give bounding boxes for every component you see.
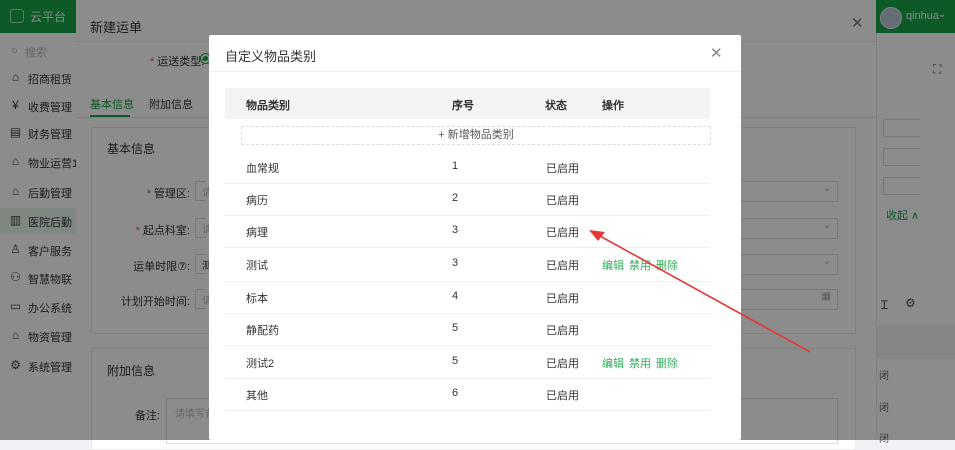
- status-cell: 已启用: [546, 227, 579, 239]
- status-cell: 已启用: [546, 293, 579, 305]
- category-cell: 其他: [246, 390, 268, 402]
- status-cell: 已启用: [546, 325, 579, 337]
- seq-cell: 4: [452, 290, 459, 302]
- seq-cell: 3: [452, 257, 459, 269]
- table-row: 静配药 5 已启用: [225, 313, 710, 346]
- category-cell: 测试2: [246, 358, 275, 370]
- status-cell: 已启用: [546, 390, 579, 402]
- table-row: 血常规 1 已启用: [225, 151, 710, 184]
- table-row: 标本 4 已启用: [225, 281, 710, 314]
- column-header-status: 状态: [545, 100, 567, 112]
- category-cell: 测试: [246, 260, 268, 272]
- close-icon[interactable]: ✕: [710, 44, 723, 62]
- seq-cell: 1: [452, 160, 459, 172]
- seq-cell: 3: [452, 224, 459, 236]
- category-cell: 血常规: [246, 163, 279, 175]
- disable-button[interactable]: 禁用: [629, 257, 651, 273]
- status-cell: 已启用: [546, 195, 579, 207]
- status-cell: 已启用: [546, 260, 579, 272]
- table-row: 测试2 5 已启用 编辑 禁用 删除: [225, 345, 710, 379]
- column-header-seq: 序号: [452, 100, 474, 112]
- column-header-category: 物品类别: [246, 100, 290, 112]
- seq-cell: 6: [452, 387, 459, 399]
- status-cell: 已启用: [546, 163, 579, 175]
- add-category-button[interactable]: + 新增物品类别: [241, 126, 711, 145]
- category-cell: 病理: [246, 227, 268, 239]
- category-cell: 标本: [246, 293, 268, 305]
- modal-title: 自定义物品类别: [225, 49, 317, 64]
- category-cell: 静配药: [246, 325, 279, 337]
- category-cell: 病历: [246, 195, 268, 207]
- disable-button[interactable]: 禁用: [629, 355, 651, 371]
- status-cell: 已启用: [546, 358, 579, 370]
- column-header-actions: 操作: [602, 100, 624, 112]
- edit-button[interactable]: 编辑: [602, 355, 624, 371]
- delete-button[interactable]: 删除: [656, 257, 678, 273]
- table-row: 测试 3 已启用 编辑 禁用 删除: [225, 247, 710, 282]
- custom-item-category-modal: 自定义物品类别 ✕ 物品类别 序号 状态 操作 + 新增物品类别 血常规 1 已启用…: [209, 35, 741, 440]
- table-row: 病历 2 已启用: [225, 183, 710, 216]
- divider: [209, 71, 741, 72]
- seq-cell: 5: [452, 322, 459, 334]
- edit-button[interactable]: 编辑: [602, 257, 624, 273]
- seq-cell: 2: [452, 192, 459, 204]
- delete-button[interactable]: 删除: [656, 355, 678, 371]
- table-row: 病理 3 已启用: [225, 215, 710, 248]
- seq-cell: 5: [452, 355, 459, 367]
- table-header: 物品类别 序号 状态 操作: [225, 88, 710, 119]
- table-row: 其他 6 已启用: [225, 378, 710, 411]
